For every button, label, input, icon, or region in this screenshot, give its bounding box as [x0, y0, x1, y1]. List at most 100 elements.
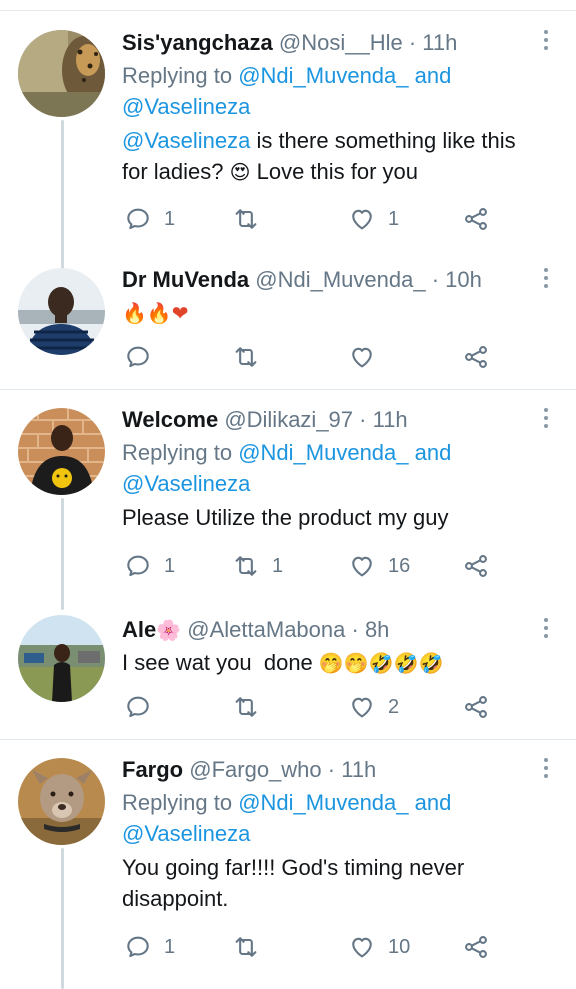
tweet-text: @Vaselineza is there something like this…	[122, 125, 546, 188]
text-body: I see wat you done	[122, 650, 319, 675]
user-handle[interactable]: @Nosi__Hle	[279, 30, 403, 55]
reply-button[interactable]	[124, 342, 164, 372]
tweet-divider	[0, 739, 576, 740]
reply-mention[interactable]: @Ndi_Muvenda_	[238, 790, 408, 815]
retweet-button[interactable]	[232, 342, 272, 372]
tweet-header: Welcome @Dilikazi_97 · 11h	[122, 405, 546, 435]
reply-mention[interactable]: @Ndi_Muvenda_	[238, 63, 408, 88]
retweet-button[interactable]	[232, 692, 272, 722]
replying-to-label: Replying to	[122, 63, 239, 88]
like-count: 1	[388, 207, 400, 230]
more-options-icon[interactable]	[542, 268, 550, 292]
tweet-header: Sis'yangchaza @Nosi__Hle · 11h	[122, 28, 546, 58]
user-handle[interactable]: @AlettaMabona	[187, 617, 345, 642]
reply-icon	[127, 936, 149, 958]
retweet-icon	[235, 697, 257, 717]
reply-and[interactable]: and	[409, 790, 452, 815]
retweet-button[interactable]	[232, 932, 272, 962]
avatar[interactable]	[18, 30, 105, 117]
reply-mention[interactable]: @Ndi_Muvenda_	[238, 440, 408, 465]
user-handle[interactable]: @Ndi_Muvenda_	[255, 267, 425, 292]
like-button[interactable]: 1	[348, 204, 399, 234]
user-handle[interactable]: @Fargo_who	[189, 757, 321, 782]
reply-mention[interactable]: @Vaselineza	[122, 471, 250, 496]
like-button[interactable]: 10	[348, 932, 410, 962]
text-mention[interactable]: @Vaselineza	[122, 128, 250, 153]
separator-dot: ·	[321, 757, 342, 782]
reply-icon	[127, 346, 149, 368]
tweet-content: Welcome @Dilikazi_97 · 11h Replying to @…	[122, 405, 546, 533]
timestamp[interactable]: 10h	[445, 267, 482, 292]
share-icon	[465, 208, 487, 230]
emoji: 😍	[229, 160, 251, 184]
tweet-header: Dr MuVenda @Ndi_Muvenda_ · 10h	[122, 265, 546, 295]
retweet-button[interactable]	[232, 204, 272, 234]
avatar-image-man-brick-wall	[18, 408, 105, 495]
share-icon	[465, 346, 487, 368]
retweet-icon	[235, 347, 257, 367]
display-name[interactable]: Fargo	[122, 757, 183, 782]
more-options-icon[interactable]	[542, 758, 550, 782]
tweet-header: Fargo @Fargo_who · 11h	[122, 755, 546, 785]
separator-dot: ·	[402, 30, 423, 55]
display-name[interactable]: Dr MuVenda	[122, 267, 249, 292]
tweet-divider	[0, 389, 576, 390]
share-button[interactable]	[462, 204, 490, 234]
avatar[interactable]	[18, 268, 105, 355]
timestamp[interactable]: 8h	[365, 617, 389, 642]
reply-count: 1	[164, 554, 176, 577]
reply-mention[interactable]: @Vaselineza	[122, 821, 250, 846]
like-button[interactable]: 2	[348, 692, 399, 722]
share-icon	[465, 936, 487, 958]
avatar-image-dog	[18, 758, 105, 845]
like-button[interactable]: 16	[348, 551, 410, 581]
heart-icon	[352, 697, 372, 718]
emoji: 🔥🔥❤	[122, 301, 189, 325]
reply-count: 1	[164, 935, 176, 958]
action-bar: 2	[122, 692, 502, 722]
thread-line	[61, 120, 64, 270]
reply-button[interactable]	[124, 692, 164, 722]
tweet-header: Ale🌸 @AlettaMabona · 8h	[122, 615, 546, 645]
share-button[interactable]	[462, 692, 490, 722]
more-options-icon[interactable]	[542, 408, 550, 432]
more-options-icon[interactable]	[542, 30, 550, 54]
like-button[interactable]	[348, 342, 388, 372]
reply-button[interactable]: 1	[124, 932, 175, 962]
avatar-image-leopard	[18, 30, 105, 117]
like-count: 10	[388, 935, 411, 958]
reply-and[interactable]: and	[409, 440, 452, 465]
user-handle[interactable]: @Dilikazi_97	[224, 407, 353, 432]
avatar[interactable]	[18, 408, 105, 495]
display-name[interactable]: Ale	[122, 617, 156, 642]
like-count: 16	[388, 554, 411, 577]
more-options-icon[interactable]	[542, 618, 550, 642]
top-divider	[0, 10, 576, 11]
avatar[interactable]	[18, 758, 105, 845]
action-bar: 1 1 16	[122, 551, 502, 581]
timestamp[interactable]: 11h	[373, 407, 408, 432]
replying-to: Replying to @Ndi_Muvenda_ and @Vaselinez…	[122, 437, 546, 499]
like-count: 2	[388, 695, 400, 718]
timestamp[interactable]: 11h	[341, 757, 376, 782]
replying-to: Replying to @Ndi_Muvenda_ and @Vaselinez…	[122, 60, 546, 122]
reply-button[interactable]: 1	[124, 551, 175, 581]
retweet-icon	[235, 937, 257, 957]
separator-dot: ·	[353, 407, 373, 432]
thread-line	[61, 498, 64, 610]
share-button[interactable]	[462, 342, 490, 372]
timestamp[interactable]: 11h	[422, 30, 457, 55]
share-button[interactable]	[462, 551, 490, 581]
reply-and[interactable]: and	[409, 63, 452, 88]
share-button[interactable]	[462, 932, 490, 962]
reply-count: 1	[164, 207, 176, 230]
tweet-content: Dr MuVenda @Ndi_Muvenda_ · 10h 🔥🔥❤	[122, 265, 546, 329]
reply-button[interactable]: 1	[124, 204, 175, 234]
display-name[interactable]: Sis'yangchaza	[122, 30, 273, 55]
display-name[interactable]: Welcome	[122, 407, 218, 432]
tweet-text: You going far!!!! God's timing never dis…	[122, 855, 465, 911]
reply-mention[interactable]: @Vaselineza	[122, 94, 250, 119]
retweet-button[interactable]: 1	[232, 551, 283, 581]
avatar[interactable]	[18, 615, 105, 702]
tweet-text: I see wat you done 🤭🤭🤣🤣🤣	[122, 647, 546, 679]
